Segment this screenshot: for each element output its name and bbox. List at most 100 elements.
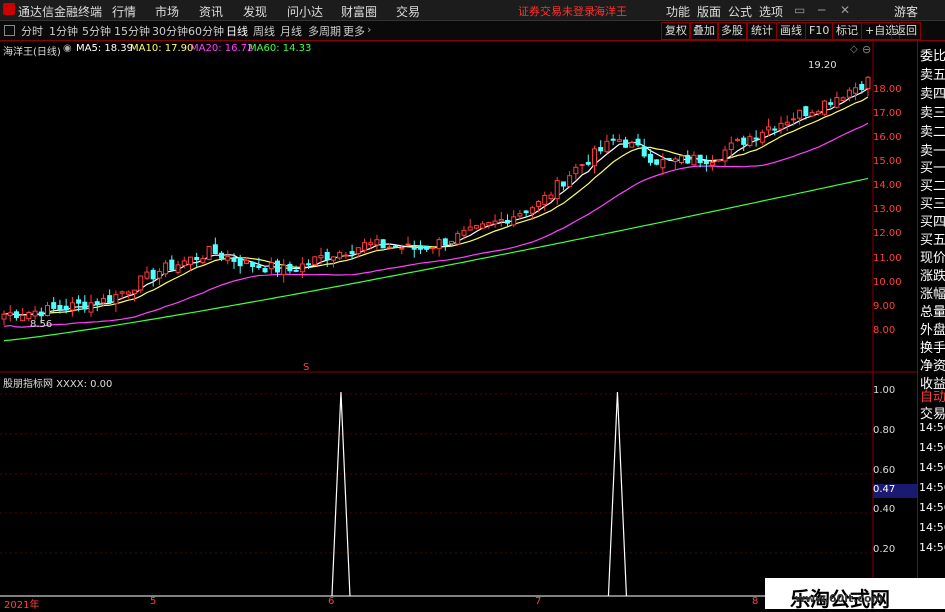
x-tick-7: 7 (535, 596, 542, 607)
biaoji-button[interactable]: 标记 (832, 22, 862, 40)
login-warning[interactable]: 证券交易未登录 (518, 3, 595, 19)
menu-zixun[interactable]: 资讯 (199, 3, 223, 20)
close-icon[interactable]: ✕ (840, 3, 850, 17)
ind-tick-06: 0.60 (873, 465, 896, 476)
candle-body (536, 201, 542, 207)
candle-body (753, 137, 759, 140)
period-15min[interactable]: 15分钟 (114, 23, 150, 39)
candle-body (386, 246, 392, 249)
period-multi[interactable]: 多周期 (308, 23, 341, 39)
period-60min[interactable]: 60分钟 (188, 23, 224, 39)
fanhui-button[interactable]: 返回 (891, 22, 921, 40)
diejia-button[interactable]: 叠加 (689, 22, 719, 40)
x-tick-6: 6 (328, 596, 335, 607)
rp-pct: 涨幅 (920, 287, 945, 302)
candle-body (560, 181, 566, 187)
period-fenshi[interactable]: 分时 (21, 23, 43, 39)
candle-body (312, 256, 318, 266)
x-tick-5: 5 (150, 596, 157, 607)
candle-body (461, 229, 467, 236)
price-tick-8: 8.00 (873, 325, 896, 336)
rp-trade[interactable]: 交易 (920, 403, 945, 422)
period-weekly[interactable]: 周线 (253, 23, 275, 39)
candle-body (1, 313, 7, 320)
rp-buy4: 买四 (920, 215, 945, 230)
candle-body (181, 260, 187, 267)
chart-diamond-icon[interactable]: ◇ (850, 44, 858, 55)
menu-gongshi[interactable]: 公式 (728, 3, 752, 20)
candle-body (741, 137, 747, 145)
more-chevron-icon[interactable]: › (367, 23, 371, 36)
candle-body (523, 210, 529, 214)
menu-hangqing[interactable]: 行情 (112, 3, 136, 20)
guest-label[interactable]: 游客 (894, 3, 918, 20)
period-monthly[interactable]: 月线 (280, 23, 302, 39)
period-30min[interactable]: 30分钟 (152, 23, 188, 39)
rp-sell5: 卖五 (920, 68, 945, 83)
rp-sell4: 卖四 (920, 87, 945, 102)
candle-body (32, 310, 38, 317)
candle-body (455, 232, 461, 245)
ind-tick-1: 1.00 (873, 385, 896, 396)
candle-body (306, 263, 312, 266)
kline-chart[interactable]: S 19.20 8.56 ◇ ⊖ (0, 40, 917, 609)
candle-body (175, 264, 181, 273)
indicator-title[interactable]: 股朋指标网 XXXX: 0.00 (3, 375, 112, 390)
candle-body (728, 142, 734, 150)
rp-sell2: 卖二 (920, 125, 945, 140)
f10-button[interactable]: F10 (805, 22, 834, 40)
fuquan-button[interactable]: 复权 (661, 22, 691, 40)
menu-gongneng[interactable]: 功能 (666, 3, 690, 20)
menu-caifuquan[interactable]: 财富圈 (341, 3, 377, 20)
candle-body (169, 259, 175, 271)
candle-body (26, 312, 32, 320)
candle-body (274, 260, 280, 273)
candle-body (324, 251, 330, 261)
candle-body (287, 263, 293, 272)
rp-buy3: 买三 (920, 197, 945, 212)
candle-body (716, 159, 722, 162)
ma20-line (3, 122, 869, 328)
candle-body (585, 161, 591, 165)
toolbar-checkbox[interactable] (4, 25, 15, 36)
candle-body (592, 148, 598, 167)
window-menu-icon[interactable]: ▭ (794, 3, 805, 17)
menu-faxian[interactable]: 发现 (243, 3, 267, 20)
menu-shichang[interactable]: 市场 (155, 3, 179, 20)
candle-body (480, 223, 486, 229)
candle-body (57, 304, 63, 311)
rp-weibi: 委比 (920, 49, 945, 64)
candle-body (759, 131, 765, 143)
chart-zoom-icon[interactable]: ⊖ (862, 43, 871, 56)
candle-body (865, 76, 871, 90)
candle-body (163, 262, 169, 275)
menu-jiaoyi[interactable]: 交易 (396, 3, 420, 20)
rp-change: 涨跌 (920, 269, 945, 284)
candle-body (219, 252, 225, 259)
minimize-icon[interactable]: ─ (818, 3, 825, 17)
tongji-button[interactable]: 统计 (747, 22, 777, 40)
candle-body (63, 305, 69, 311)
candle-body (529, 207, 535, 214)
period-more[interactable]: 更多 (343, 23, 365, 39)
ma5-line (3, 87, 869, 316)
candle-body (641, 146, 647, 157)
candle-body (554, 180, 560, 200)
ind-tick-04: 0.40 (873, 504, 896, 515)
menu-xuanxiang[interactable]: 选项 (759, 3, 783, 20)
candle-body (492, 220, 498, 225)
candle-body (51, 302, 57, 309)
candle-body (100, 297, 106, 304)
candle-body (790, 118, 796, 121)
period-1min[interactable]: 1分钟 (49, 23, 78, 39)
period-daily[interactable]: 日线 (226, 23, 248, 39)
period-5min[interactable]: 5分钟 (82, 23, 111, 39)
candle-body (368, 242, 374, 246)
menu-wenxiaoda[interactable]: 问小达 (287, 3, 323, 20)
candle-body (299, 263, 305, 273)
duogu-button[interactable]: 多股 (717, 22, 747, 40)
candle-body (747, 136, 753, 146)
menu-banmian[interactable]: 版面 (697, 3, 721, 20)
huaxian-button[interactable]: 画线 (776, 22, 806, 40)
candle-body (343, 254, 349, 257)
